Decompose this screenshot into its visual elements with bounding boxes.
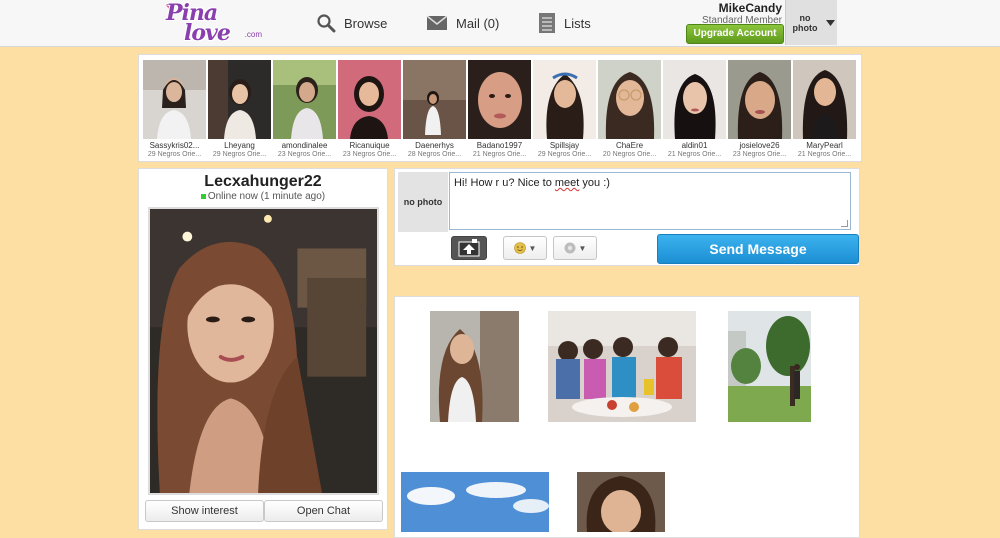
member-card[interactable]: Lheyang 29 Negros Orie... [208,60,271,160]
gallery-photo[interactable] [548,311,696,422]
member-meta: 29 Negros Orie... [537,151,592,158]
member-card[interactable]: aldin01 21 Negros Orie... [663,60,726,160]
attach-photo-button[interactable] [451,236,487,260]
member-name: Ricanuique [349,141,390,150]
nav-browse-label: Browse [344,15,388,31]
member-photo [338,60,401,139]
member-photo [468,60,531,139]
member-photo [728,60,791,139]
profile-card: Lecxahunger22 Online now (1 minute ago) … [138,168,388,530]
chevron-down-icon: ▼ [578,243,587,253]
member-photo [663,60,726,139]
chevron-down-icon: ▼ [528,243,537,253]
online-indicator-icon [200,193,206,199]
online-status: Online now (1 minute ago) [139,191,387,202]
nav-mail-label: Mail (0) [456,15,500,31]
upgrade-account-button[interactable]: Upgrade Account [686,24,784,44]
search-icon [317,14,336,33]
member-meta: 21 Negros Orie... [472,151,527,158]
member-card[interactable]: Daenerhys 28 Negros Orie... [403,60,466,160]
nav-mail[interactable]: Mail (0) [426,0,499,46]
member-name: Sassykris02... [149,141,200,150]
member-name: aldin01 [681,141,708,150]
member-name: MaryPearl [806,141,843,150]
emoji-picker-button[interactable]: ▼ [503,236,547,260]
member-meta: 21 Negros Orie... [667,151,722,158]
member-photo [598,60,661,139]
member-photo [403,60,466,139]
gift-picker-button[interactable]: ▼ [553,236,597,260]
gallery-photo[interactable] [430,311,519,422]
sender-avatar: no photo [398,172,448,232]
nav-browse[interactable]: Browse [316,0,387,46]
current-user-avatar[interactable]: no photo [785,0,824,45]
member-name: Lheyang [224,141,255,150]
logo-suffix: .com [244,30,262,39]
profile-main-photo[interactable] [148,207,379,495]
member-card[interactable]: josielove26 23 Negros Orie... [728,60,791,160]
member-card[interactable]: Badano1997 21 Negros Orie... [468,60,531,160]
gallery-photo[interactable] [401,472,549,532]
photo-gallery [394,296,860,538]
member-photo [533,60,596,139]
nav-lists-label: Lists [564,15,591,31]
member-meta: 23 Negros Orie... [732,151,787,158]
member-card[interactable]: Ricanuique 23 Negros Orie... [338,60,401,160]
top-navigation-bar: ♥ Pina love .com Browse Mail (0) Lists M… [0,0,1000,47]
member-name: Spillsjay [549,141,580,150]
chevron-down-icon [825,19,835,26]
member-meta: 21 Negros Orie... [797,151,852,158]
message-text-part: Hi! How r u? Nice to [454,177,555,189]
member-meta: 20 Negros Orie... [602,151,657,158]
gallery-photo[interactable] [577,472,665,532]
message-composer: no photo Hi! How r u? Nice to meet you :… [394,168,860,266]
member-card[interactable]: ChaEre 20 Negros Orie... [598,60,661,160]
member-card[interactable]: amondinalee 23 Negros Orie... [273,60,336,160]
account-menu-toggle[interactable] [823,0,837,45]
current-username[interactable]: MikeCandy [702,2,782,15]
show-interest-button[interactable]: Show interest [145,500,264,522]
smiley-icon [513,242,526,254]
send-message-button[interactable]: Send Message [657,234,859,264]
message-textarea[interactable]: Hi! How r u? Nice to meet you :) [449,172,851,230]
site-logo[interactable]: ♥ Pina love .com [166,1,262,46]
nav-lists[interactable]: Lists [538,0,591,46]
list-icon [539,13,555,33]
profile-username: Lecxahunger22 [204,173,322,190]
message-text-part: you :) [579,177,610,189]
member-photo [273,60,336,139]
member-strip: Sassykris02... 29 Negros Orie... Lheyang… [138,54,862,162]
member-photo [793,60,856,139]
member-photo [143,60,206,139]
logo-line2: love [184,20,231,46]
member-meta: 28 Negros Orie... [407,151,462,158]
gallery-photo[interactable] [728,311,811,422]
upload-photo-icon [458,239,480,257]
member-card[interactable]: Sassykris02... 29 Negros Orie... [143,60,206,160]
member-card[interactable]: MaryPearl 21 Negros Orie... [793,60,856,160]
resize-handle[interactable] [841,220,848,227]
mail-icon [426,15,448,30]
gift-icon [564,242,576,254]
member-photo [208,60,271,139]
member-meta: 29 Negros Orie... [212,151,267,158]
member-meta: 23 Negros Orie... [342,151,397,158]
member-name: Badano1997 [476,141,523,150]
open-chat-button[interactable]: Open Chat [264,500,383,522]
member-name: amondinalee [281,141,328,150]
member-meta: 29 Negros Orie... [147,151,202,158]
member-name: Daenerhys [415,141,454,150]
online-status-text: Online now (1 minute ago) [207,191,326,202]
message-text-misspelled: meet [554,177,580,189]
member-name: ChaEre [615,141,644,150]
member-card[interactable]: Spillsjay 29 Negros Orie... [533,60,596,160]
member-meta: 23 Negros Orie... [277,151,332,158]
member-name: josielove26 [739,141,780,150]
